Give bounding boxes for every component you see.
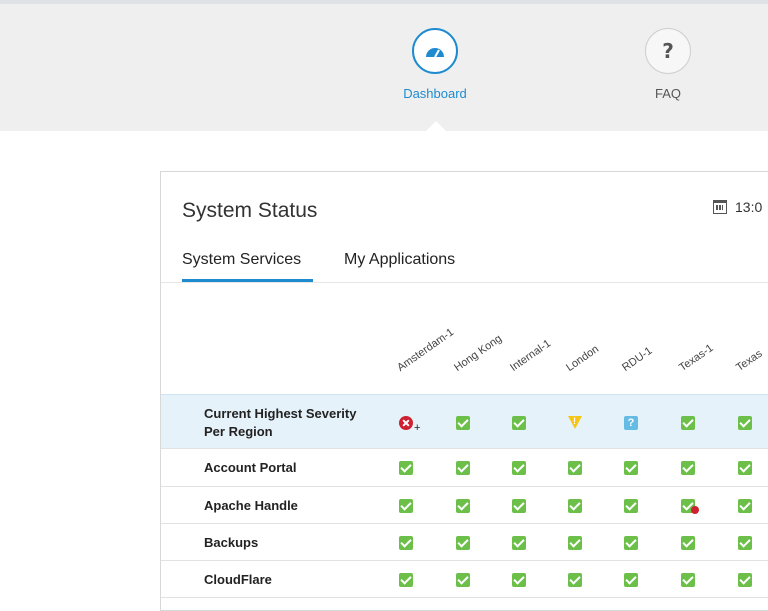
status-ok-icon[interactable] [512, 536, 526, 550]
status-warning-icon[interactable]: ! [568, 416, 582, 429]
table-row[interactable]: Account Portal [161, 449, 768, 487]
table-row[interactable]: Apache Handle [161, 487, 768, 524]
status-ok-icon[interactable] [738, 416, 752, 430]
status-ok-icon[interactable] [681, 536, 695, 550]
tab-my-applications[interactable]: My Applications [344, 251, 455, 269]
column-header: Texas [734, 347, 765, 374]
column-header: Internal-1 [508, 337, 554, 374]
tab-system-services[interactable]: System Services [182, 251, 301, 269]
status-ok-icon[interactable] [568, 499, 582, 513]
status-ok-with-error-icon[interactable] [681, 499, 699, 514]
status-critical-icon[interactable]: + [399, 416, 420, 434]
system-status-card: System Status 13:0 System Services My Ap… [160, 171, 768, 611]
column-header: Texas-1 [677, 342, 716, 374]
active-nav-pointer [422, 121, 450, 135]
column-header: Amsterdam-1 [395, 326, 457, 374]
status-ok-icon[interactable] [738, 461, 752, 475]
status-ok-icon[interactable] [399, 536, 413, 550]
row-label: Account Portal [204, 460, 297, 475]
nav-label-dashboard: Dashboard [403, 86, 467, 101]
status-ok-icon[interactable] [681, 573, 695, 587]
column-header: RDU-1 [620, 344, 655, 374]
row-label: Backups [204, 535, 259, 550]
status-ok-icon[interactable] [399, 573, 413, 587]
status-ok-icon[interactable] [681, 416, 695, 430]
status-ok-icon[interactable] [399, 499, 413, 513]
status-ok-icon[interactable] [512, 461, 526, 475]
status-ok-icon[interactable] [512, 416, 526, 430]
status-ok-icon[interactable] [568, 461, 582, 475]
table-row[interactable]: CloudFlare [161, 561, 768, 598]
status-ok-icon[interactable] [456, 416, 470, 430]
status-ok-icon[interactable] [738, 499, 752, 513]
status-ok-icon[interactable] [624, 461, 638, 475]
table-row[interactable]: Backups [161, 524, 768, 561]
row-label: Apache Handle [204, 498, 298, 513]
nav-item-faq[interactable]: ? FAQ [618, 28, 718, 101]
status-unknown-icon[interactable]: ? [624, 416, 638, 430]
status-ok-icon[interactable] [624, 536, 638, 550]
calendar-icon [713, 200, 727, 214]
status-ok-icon[interactable] [738, 536, 752, 550]
question-mark-icon: ? [645, 28, 691, 74]
status-ok-icon[interactable] [399, 461, 413, 475]
column-header: Hong Kong [452, 332, 505, 374]
status-ok-icon[interactable] [681, 461, 695, 475]
table-row[interactable]: Current Highest Severity Per Region +!? [161, 394, 768, 449]
status-ok-icon[interactable] [512, 499, 526, 513]
column-header: London [564, 343, 602, 374]
status-ok-icon[interactable] [456, 536, 470, 550]
status-ok-icon[interactable] [738, 573, 752, 587]
row-label: CloudFlare [204, 572, 272, 587]
timestamp-text: 13:0 [735, 199, 763, 215]
status-ok-icon[interactable] [568, 573, 582, 587]
speedometer-icon [412, 28, 458, 74]
nav-label-faq: FAQ [654, 86, 681, 101]
status-ok-icon[interactable] [624, 573, 638, 587]
status-ok-icon[interactable] [512, 573, 526, 587]
top-nav: Dashboard ? FAQ [0, 4, 768, 135]
status-ok-icon[interactable] [456, 573, 470, 587]
status-ok-icon[interactable] [568, 536, 582, 550]
tabs-divider [161, 282, 768, 283]
card-title: System Status [182, 199, 318, 222]
row-label: Current Highest Severity Per Region [204, 406, 357, 439]
timestamp[interactable]: 13:0 [713, 199, 762, 215]
status-ok-icon[interactable] [624, 499, 638, 513]
nav-item-dashboard[interactable]: Dashboard [385, 28, 485, 101]
status-ok-icon[interactable] [456, 461, 470, 475]
status-ok-icon[interactable] [456, 499, 470, 513]
